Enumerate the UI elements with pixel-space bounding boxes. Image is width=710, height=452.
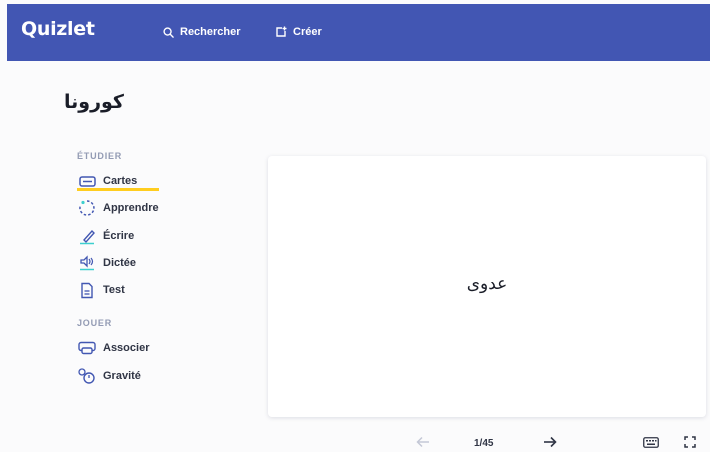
mode-learn-label: Apprendre: [103, 202, 159, 214]
mode-learn[interactable]: Apprendre: [77, 198, 159, 218]
next-card-button[interactable]: [540, 433, 560, 451]
study-section-heading: ÉTUDIER: [77, 151, 123, 161]
fullscreen-icon: [684, 436, 696, 448]
mode-spell[interactable]: Dictée: [77, 253, 136, 273]
search-label: Rechercher: [180, 26, 241, 38]
play-section-heading: JOUER: [77, 318, 113, 328]
search-button[interactable]: Rechercher: [163, 22, 241, 42]
keyboard-icon: [643, 436, 659, 448]
previous-card-button[interactable]: [413, 433, 433, 451]
active-mode-indicator: [77, 188, 159, 191]
mode-cards-label: Cartes: [103, 175, 138, 187]
mode-gravity[interactable]: Gravité: [77, 366, 141, 386]
create-label: Créer: [293, 26, 322, 38]
create-icon: [276, 26, 287, 37]
quizlet-logo[interactable]: Quizlet: [21, 18, 95, 40]
mode-write[interactable]: Écrire: [77, 226, 134, 246]
create-button[interactable]: Créer: [275, 22, 322, 42]
top-nav-bar: Quizlet Rechercher Créer: [7, 4, 710, 61]
keyboard-shortcuts-button[interactable]: [641, 433, 661, 451]
flashcard-term: عدوى: [466, 274, 508, 294]
learn-icon: [77, 200, 97, 216]
mode-spell-label: Dictée: [103, 257, 137, 269]
card-counter: 1/45: [474, 438, 494, 449]
flashcard[interactable]: عدوى: [268, 156, 706, 417]
search-icon: [163, 26, 174, 38]
fullscreen-button[interactable]: [680, 433, 700, 451]
arrow-right-icon: [544, 436, 557, 448]
spell-icon: [77, 255, 97, 271]
mode-write-label: Écrire: [103, 230, 135, 242]
arrow-left-icon: [416, 436, 429, 448]
mode-test[interactable]: Test: [77, 280, 125, 300]
set-title: كورونا: [64, 91, 124, 113]
mode-gravity-label: Gravité: [103, 370, 141, 382]
test-icon: [77, 282, 97, 298]
match-icon: [77, 340, 97, 356]
gravity-icon: [77, 368, 97, 384]
write-icon: [77, 228, 97, 245]
mode-test-label: Test: [103, 284, 125, 296]
mode-match[interactable]: Associer: [77, 338, 149, 358]
mode-match-label: Associer: [103, 342, 150, 354]
cards-icon: [77, 173, 97, 189]
